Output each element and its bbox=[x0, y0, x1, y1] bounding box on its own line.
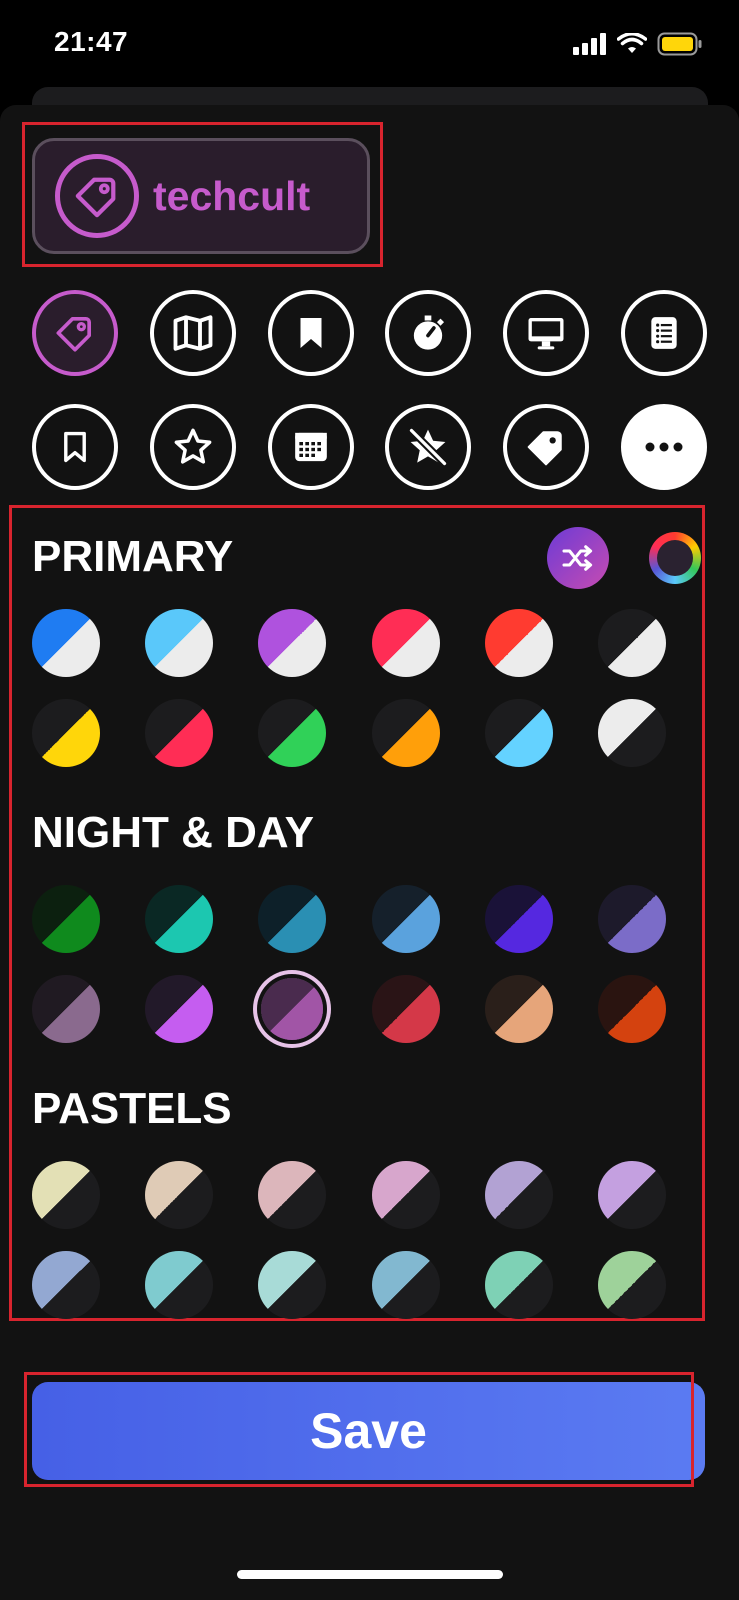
color-swatch[interactable] bbox=[597, 1161, 666, 1229]
color-swatch[interactable] bbox=[145, 699, 214, 767]
battery-icon bbox=[657, 32, 702, 56]
color-swatch[interactable] bbox=[32, 609, 100, 677]
wifi-icon bbox=[617, 33, 647, 53]
color-swatch[interactable] bbox=[371, 975, 440, 1043]
bookmark-outline-icon[interactable] bbox=[32, 404, 118, 490]
palette-section: NIGHT & DAY bbox=[32, 803, 682, 1043]
color-swatch[interactable] bbox=[597, 699, 666, 767]
color-palette: PRIMARY NIGHT & DAY PASTELS bbox=[32, 527, 682, 1319]
calendar-icon[interactable] bbox=[267, 404, 354, 490]
color-swatch[interactable] bbox=[32, 1161, 100, 1229]
desktop-icon[interactable] bbox=[503, 290, 590, 376]
color-swatch[interactable] bbox=[145, 885, 214, 953]
swatch-row bbox=[32, 1251, 666, 1319]
color-swatch[interactable] bbox=[258, 1161, 327, 1229]
swatch-row bbox=[32, 1161, 666, 1229]
map-icon[interactable] bbox=[149, 290, 236, 376]
swatch-row bbox=[32, 885, 666, 953]
color-swatch[interactable] bbox=[597, 885, 666, 953]
color-swatch[interactable] bbox=[484, 1251, 553, 1319]
bookmark-filled-icon[interactable] bbox=[267, 290, 354, 376]
color-swatch[interactable] bbox=[32, 699, 100, 767]
section-title: PRIMARY bbox=[32, 532, 234, 581]
icon-row bbox=[32, 290, 707, 376]
tag-icon[interactable] bbox=[32, 290, 118, 376]
palette-section: PASTELS bbox=[32, 1079, 682, 1319]
color-swatch[interactable] bbox=[371, 885, 440, 953]
palette-section: PRIMARY bbox=[32, 527, 682, 767]
color-swatch[interactable] bbox=[261, 978, 324, 1040]
status-time: 21:47 bbox=[54, 26, 129, 57]
stopwatch-icon[interactable] bbox=[385, 290, 472, 376]
color-swatch[interactable] bbox=[484, 885, 553, 953]
color-swatch[interactable] bbox=[484, 975, 553, 1043]
icon-row bbox=[32, 404, 707, 490]
color-swatch[interactable] bbox=[484, 1161, 553, 1229]
color-swatch[interactable] bbox=[484, 609, 553, 677]
color-swatch[interactable] bbox=[32, 1251, 100, 1319]
color-swatch[interactable] bbox=[32, 885, 100, 953]
section-title: NIGHT & DAY bbox=[32, 808, 314, 857]
star-icon[interactable] bbox=[149, 404, 236, 490]
highlight-box-save bbox=[24, 1372, 694, 1487]
star-slash-icon[interactable] bbox=[385, 404, 472, 490]
color-swatch[interactable] bbox=[258, 885, 327, 953]
highlight-box-tag-preview bbox=[22, 122, 383, 267]
status-bar: 21:47 bbox=[0, 0, 739, 90]
tag-filled-icon[interactable] bbox=[503, 404, 590, 490]
more-icon[interactable] bbox=[620, 404, 707, 490]
color-swatch[interactable] bbox=[597, 1251, 666, 1319]
color-swatch[interactable] bbox=[145, 975, 214, 1043]
color-swatch[interactable] bbox=[371, 699, 440, 767]
color-swatch[interactable] bbox=[145, 1161, 214, 1229]
section-title: PASTELS bbox=[32, 1084, 232, 1133]
swatch-row bbox=[32, 975, 666, 1043]
color-swatch[interactable] bbox=[371, 1161, 440, 1229]
swatch-row bbox=[32, 699, 666, 767]
color-swatch[interactable] bbox=[145, 609, 214, 677]
home-indicator bbox=[237, 1570, 503, 1579]
status-icons bbox=[573, 32, 703, 56]
swatch-row bbox=[32, 609, 666, 677]
color-swatch[interactable] bbox=[371, 609, 440, 677]
color-swatch[interactable] bbox=[32, 975, 100, 1043]
icon-grid bbox=[32, 290, 707, 518]
color-swatch[interactable] bbox=[371, 1251, 440, 1319]
color-swatch[interactable] bbox=[258, 609, 327, 677]
color-swatch[interactable] bbox=[597, 975, 666, 1043]
color-swatch[interactable] bbox=[484, 699, 553, 767]
cellular-signal-icon bbox=[573, 33, 606, 55]
color-swatch[interactable] bbox=[597, 609, 666, 677]
list-document-icon[interactable] bbox=[620, 290, 707, 376]
color-swatch[interactable] bbox=[145, 1251, 214, 1319]
color-swatch[interactable] bbox=[258, 1251, 327, 1319]
color-swatch[interactable] bbox=[258, 699, 327, 767]
